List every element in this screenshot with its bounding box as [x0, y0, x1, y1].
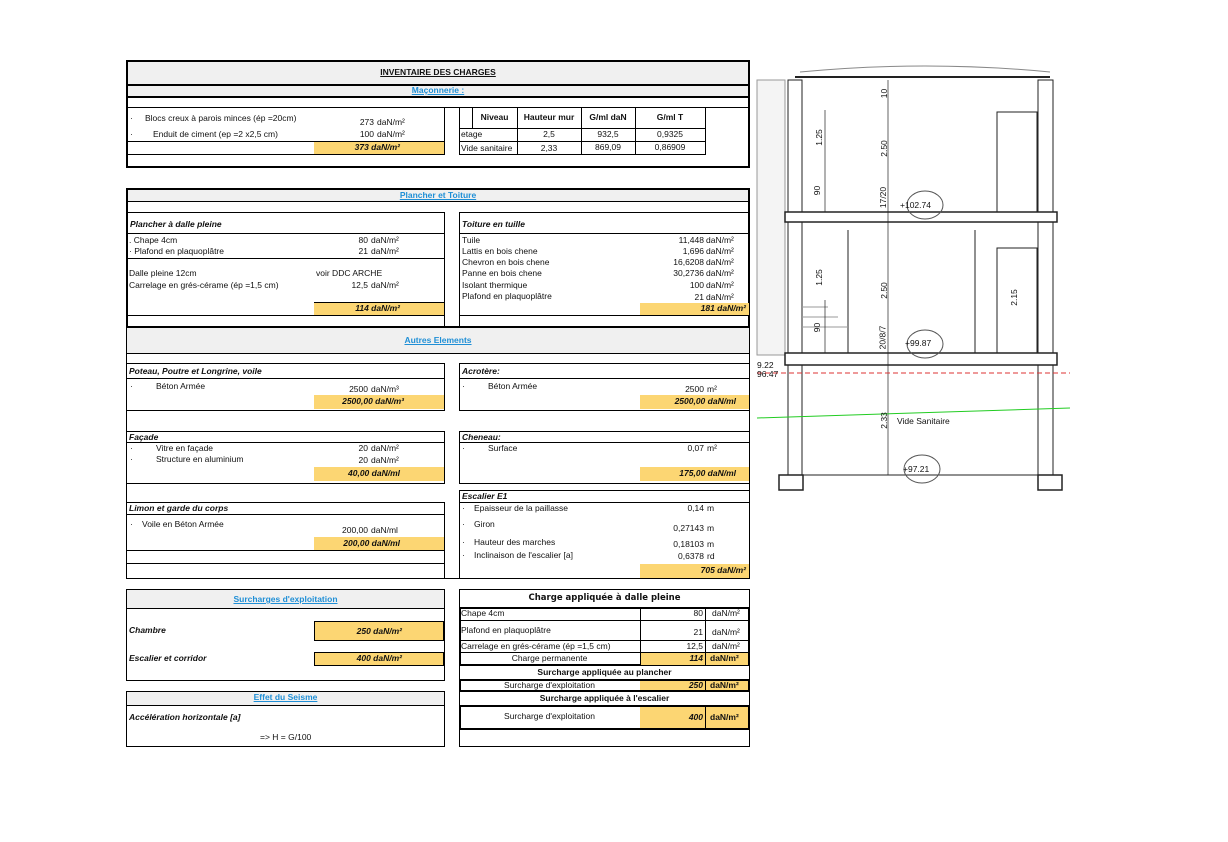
door-upper — [996, 111, 1038, 213]
right-wall — [1037, 79, 1054, 481]
stone-wall — [756, 79, 786, 356]
upper-floor-slab — [784, 211, 1058, 223]
ground-floor-slab — [784, 352, 1058, 366]
page: INVENTAIRE DES CHARGES Maçonnerie : · Bl… — [0, 0, 1228, 842]
left-wall — [787, 79, 803, 481]
building-section-drawing — [756, 65, 1071, 491]
